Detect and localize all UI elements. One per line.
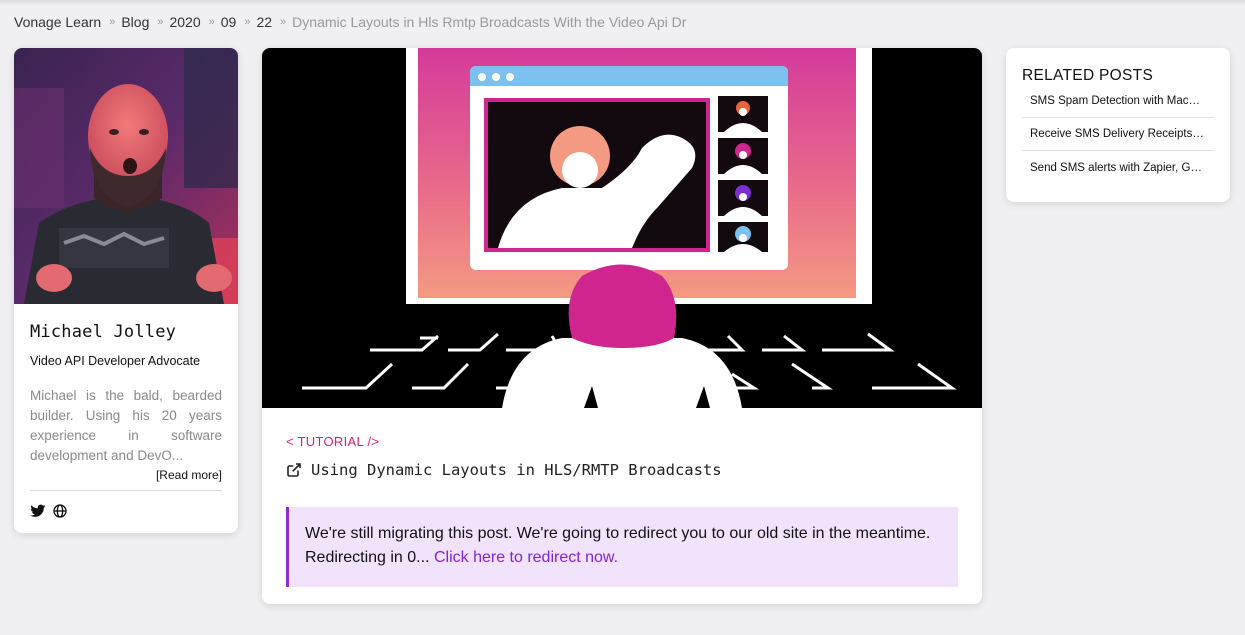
author-name: Michael Jolley — [30, 322, 177, 342]
twitter-icon[interactable] — [30, 503, 46, 519]
external-link-icon — [287, 463, 301, 477]
related-posts-card: RELATED POSTS SMS Spam Detection with Ma… — [1006, 48, 1230, 202]
breadcrumb-separator: » — [280, 16, 287, 28]
related-posts-heading: RELATED POSTS — [1022, 67, 1154, 84]
social-links — [30, 503, 222, 519]
breadcrumb-current: Dynamic Layouts in Hls Rmtp Broadcasts W… — [292, 14, 687, 30]
author-avatar — [14, 48, 238, 304]
post-title-row[interactable]: Using Dynamic Layouts in HLS/RMTP Broadc… — [286, 461, 958, 479]
breadcrumb-item-day[interactable]: 22 — [256, 14, 272, 30]
post-card: < TUTORIAL /> Using Dynamic Layouts in H… — [262, 48, 982, 604]
divider — [30, 490, 222, 491]
top-shadow — [0, 0, 1245, 6]
breadcrumb-separator: » — [109, 16, 116, 28]
author-bio: Michael is the bald, bearded builder. Us… — [30, 388, 222, 463]
breadcrumb-item-month[interactable]: 09 — [221, 14, 237, 30]
breadcrumb-separator: » — [157, 16, 164, 28]
breadcrumb-item-year[interactable]: 2020 — [169, 14, 200, 30]
breadcrumb-separator: » — [244, 16, 251, 28]
related-post-title[interactable]: Receive SMS Delivery Receipts with Node.… — [1030, 127, 1206, 141]
post-category-tag[interactable]: < TUTORIAL /> — [286, 434, 958, 449]
related-post-title[interactable]: Send SMS alerts with Zapier, Google Shee… — [1030, 161, 1206, 175]
related-post-title[interactable]: SMS Spam Detection with Machine Learning… — [1030, 94, 1206, 108]
breadcrumb: Vonage Learn » Blog » 2020 » 09 » 22 » D… — [14, 14, 686, 30]
redirect-link[interactable]: Click here to redirect now. — [434, 549, 618, 566]
read-more-link[interactable]: [Read more] — [30, 468, 222, 482]
related-post-item[interactable]: Receive SMS Delivery Receipts with Node.… — [1022, 118, 1214, 151]
migration-notice: We're still migrating this post. We're g… — [286, 507, 958, 587]
related-post-item[interactable]: SMS Spam Detection with Machine Learning… — [1022, 94, 1214, 118]
breadcrumb-item-blog[interactable]: Blog — [121, 14, 149, 30]
author-role: Video API Developer Advocate — [30, 354, 201, 368]
breadcrumb-separator: » — [208, 16, 215, 28]
breadcrumb-item-home[interactable]: Vonage Learn — [14, 14, 101, 30]
author-card: Michael Jolley Video API Developer Advoc… — [14, 48, 238, 533]
hero-illustration — [262, 48, 982, 408]
related-post-item[interactable]: Send SMS alerts with Zapier, Google Shee… — [1022, 151, 1214, 184]
globe-icon[interactable] — [52, 503, 68, 519]
related-posts-list: SMS Spam Detection with Machine Learning… — [1022, 94, 1214, 184]
post-title[interactable]: Using Dynamic Layouts in HLS/RMTP Broadc… — [311, 461, 722, 479]
